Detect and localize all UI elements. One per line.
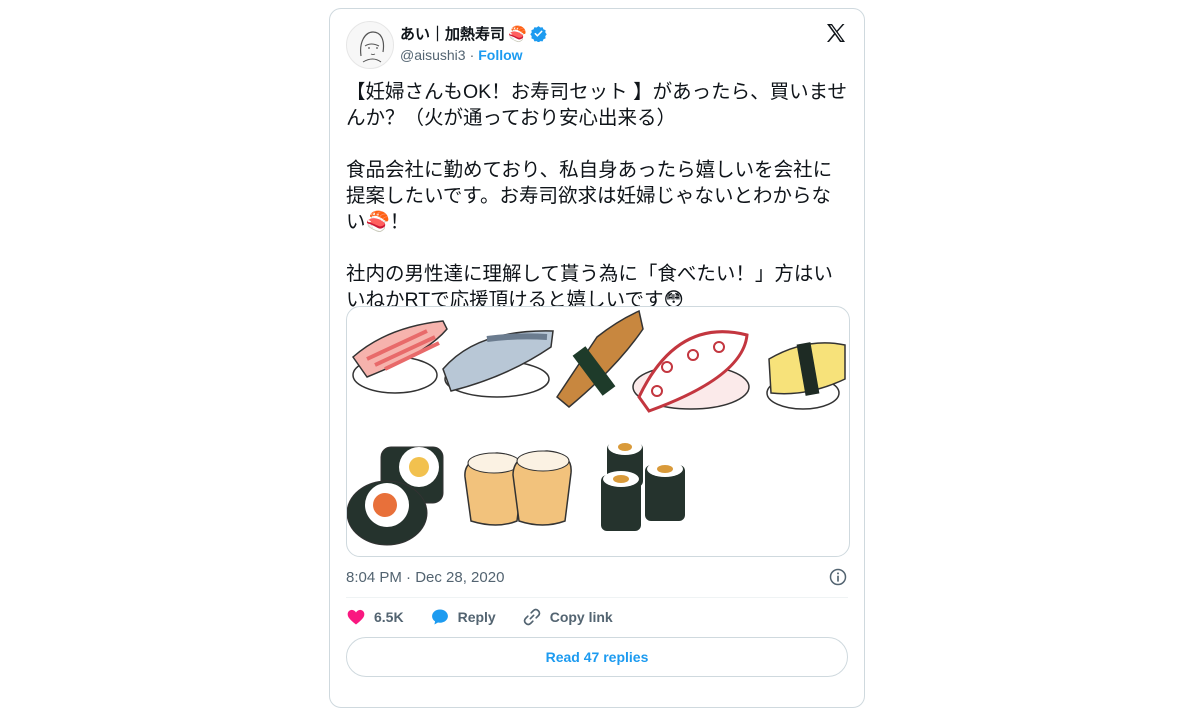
mackerel-nigiri-illustration — [442, 330, 554, 398]
octopus-nigiri-illustration — [632, 330, 750, 413]
shrimp-nigiri-illustration — [352, 320, 448, 394]
info-icon[interactable] — [828, 567, 848, 587]
tweet-actions: 6.5K Reply Copy link — [346, 607, 639, 627]
tweet-image[interactable] — [346, 306, 850, 557]
like-count: 6.5K — [374, 609, 404, 625]
reply-button[interactable]: Reply — [430, 607, 496, 627]
tweet-paragraph-2: 食品会社に勤めており、私自身あったら嬉しいを会社に提案したいです。お寿司欲求は妊… — [346, 159, 833, 233]
handle-row: @aisushi3 · Follow — [400, 47, 523, 63]
heart-icon — [347, 609, 365, 625]
follow-button[interactable]: Follow — [478, 47, 522, 63]
tweet-card: あい｜加熱寿司 🍣 @aisushi3 · Follow 【妊婦さんもOK！お寿… — [329, 8, 865, 708]
reply-bubble-icon — [431, 609, 448, 625]
separator-dot: · — [469, 47, 475, 63]
link-icon — [523, 608, 541, 626]
read-replies-button[interactable]: Read 47 replies — [346, 637, 848, 677]
reply-label: Reply — [457, 609, 496, 625]
avatar[interactable] — [346, 21, 394, 69]
inari-illustration — [464, 450, 572, 526]
copy-link-button[interactable]: Copy link — [522, 607, 613, 627]
verified-badge-icon — [529, 26, 547, 42]
sushi-illustration — [347, 309, 846, 546]
tamago-nigiri-illustration — [766, 342, 846, 410]
eel-nigiri-illustration — [556, 309, 644, 408]
author-emoji: 🍣 — [508, 25, 527, 43]
author-name-row[interactable]: あい｜加熱寿司 🍣 — [400, 23, 547, 44]
hosomaki-illustration — [601, 439, 685, 531]
futomaki-illustration — [347, 446, 444, 546]
like-button[interactable]: 6.5K — [346, 607, 404, 627]
author-name[interactable]: あい｜加熱寿司 — [400, 23, 505, 44]
tweet-paragraph-1: 【妊婦さんもOK！お寿司セット 】があったら、買いませんか？（火が通っており安心… — [346, 81, 848, 129]
copy-link-label: Copy link — [549, 609, 613, 625]
author-handle[interactable]: @aisushi3 — [400, 47, 466, 63]
tweet-timestamp[interactable]: 8:04 PM · Dec 28, 2020 — [346, 569, 504, 586]
x-logo-icon[interactable] — [824, 21, 848, 45]
tweet-text: 【妊婦さんもOK！お寿司セット 】があったら、買いませんか？（火が通っており安心… — [346, 79, 850, 339]
divider — [346, 597, 848, 598]
